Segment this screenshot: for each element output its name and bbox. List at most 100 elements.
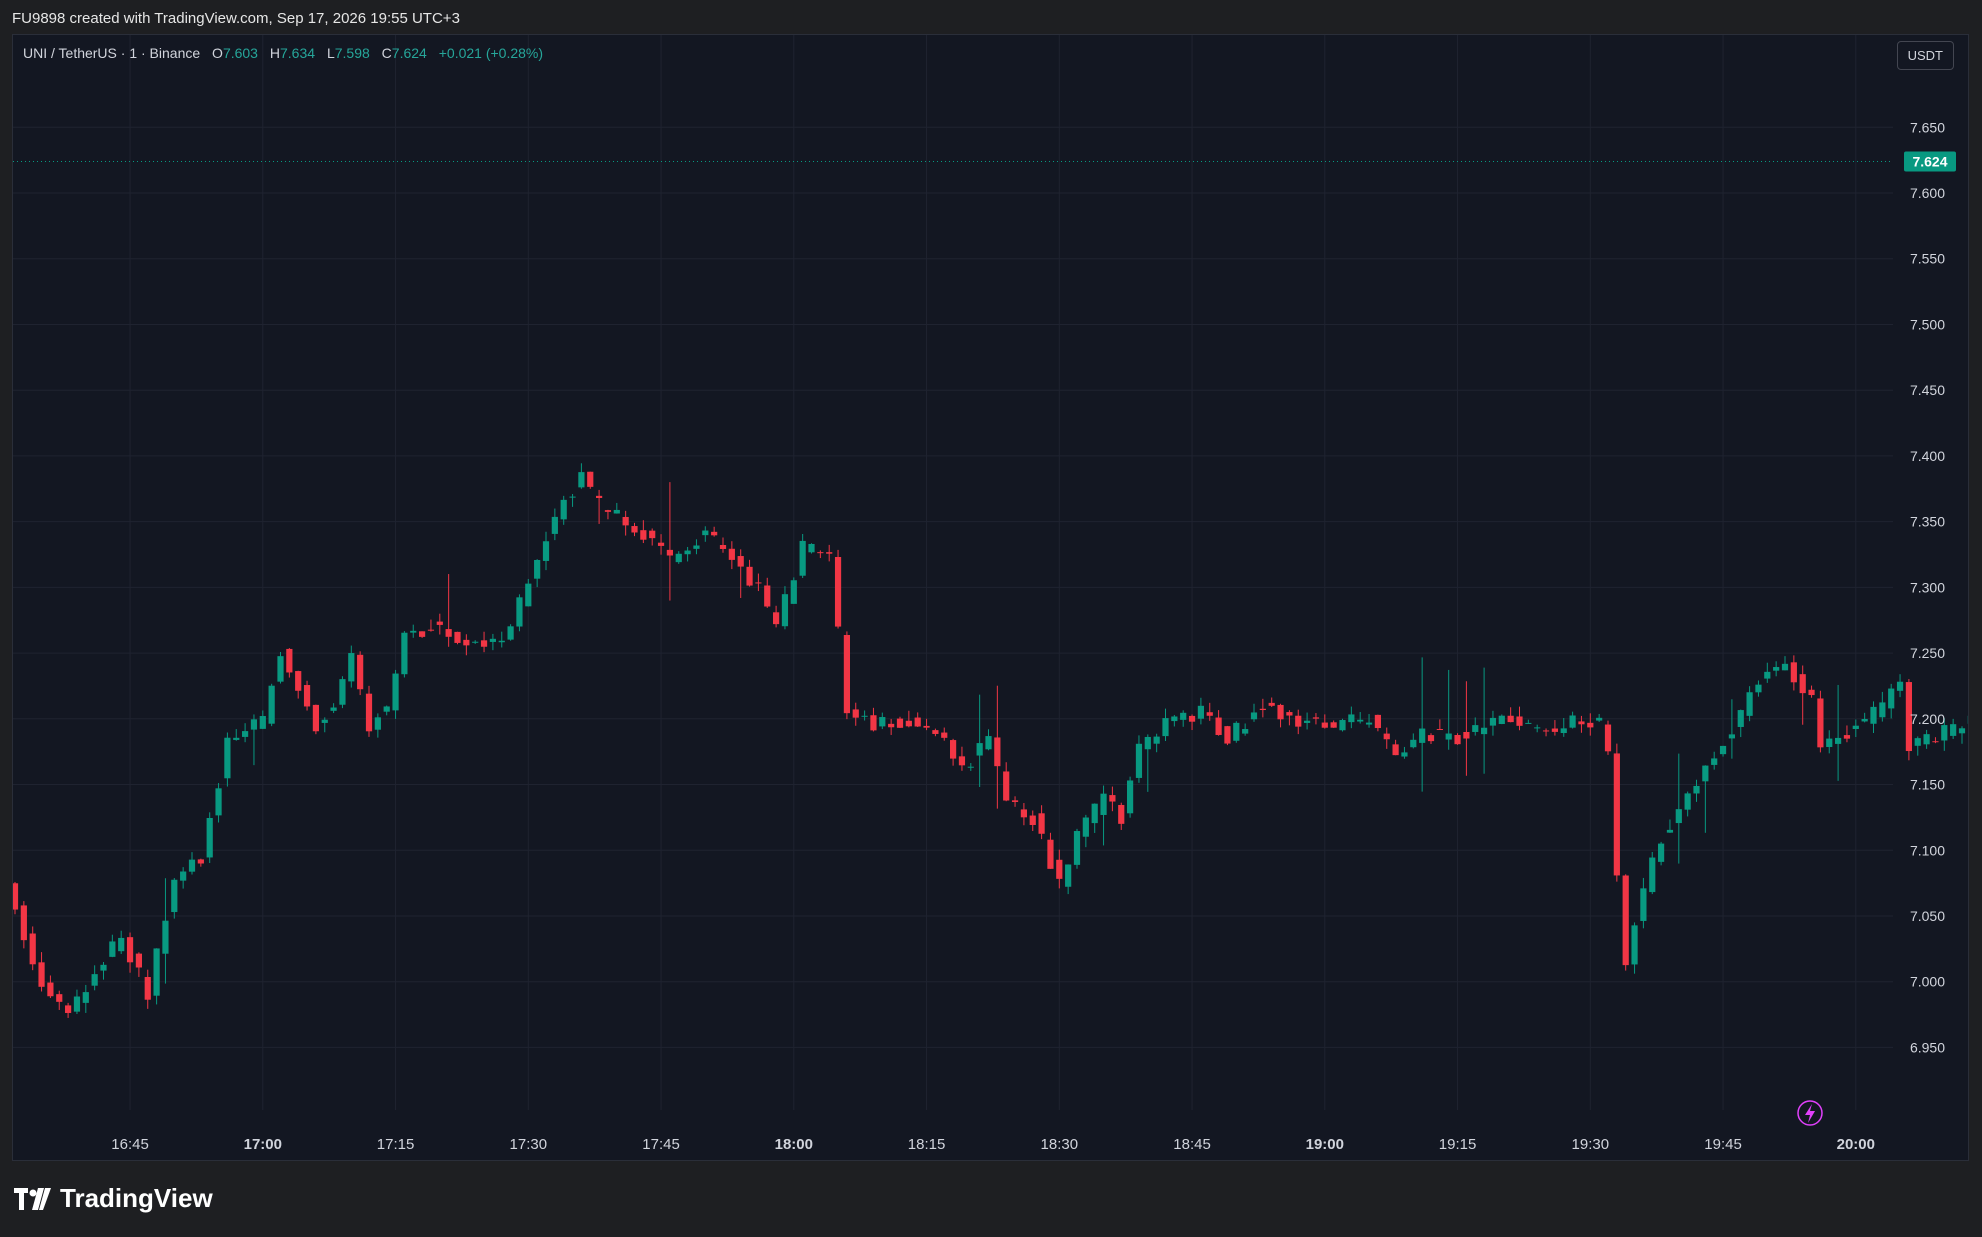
candle-body xyxy=(1374,714,1381,729)
candle-body xyxy=(516,597,523,627)
candle-body xyxy=(1684,793,1691,810)
candlestick-chart[interactable]: 7.650 7.600 7.550 7.500 7.450 7.400 7.350 7.300… xyxy=(13,35,1968,1160)
candle-body xyxy=(1250,712,1258,720)
candle-body xyxy=(1879,702,1886,718)
candle-body xyxy=(976,743,983,756)
candle-body xyxy=(923,725,930,728)
candle-body xyxy=(1666,829,1674,833)
candle-body xyxy=(817,552,824,554)
candle-body xyxy=(250,719,258,730)
open-value: 7.603 xyxy=(222,45,258,61)
candle-body xyxy=(118,937,125,952)
candle-body xyxy=(1542,730,1550,732)
candle-body xyxy=(472,641,479,643)
candle-body xyxy=(1144,736,1151,750)
candle-body xyxy=(1321,722,1328,728)
candle-body xyxy=(1242,729,1249,734)
candle-body xyxy=(1693,785,1700,794)
candle-body xyxy=(259,716,266,729)
candle-body xyxy=(1958,728,1966,734)
x-axis-tick-label: 18:15 xyxy=(908,1136,946,1153)
candle-body xyxy=(1560,728,1567,734)
candle-body xyxy=(419,631,426,637)
y-axis-tick-label: 7.250 xyxy=(1910,645,1945,661)
candle-body xyxy=(401,632,408,675)
candle-body xyxy=(1613,753,1620,876)
candle-body xyxy=(365,693,373,732)
candle-body xyxy=(153,948,160,996)
x-axis-tick-label: 18:00 xyxy=(775,1136,813,1153)
candle-body xyxy=(950,740,957,759)
x-axis-tick-label: 19:00 xyxy=(1306,1136,1344,1153)
candle-body xyxy=(1472,725,1479,732)
candle-body xyxy=(82,992,89,1003)
candle-body xyxy=(197,859,204,864)
candle-body xyxy=(91,974,98,986)
y-axis-tick-label: 7.450 xyxy=(1910,382,1945,398)
y-axis-tick-label: 7.650 xyxy=(1910,119,1945,135)
candle-body xyxy=(480,640,488,647)
high-value: 7.634 xyxy=(280,45,316,61)
candle-body xyxy=(1357,719,1364,722)
candle-body xyxy=(1675,809,1682,824)
candle-body xyxy=(1896,681,1904,691)
candle-body xyxy=(542,541,550,561)
candle-body xyxy=(1118,804,1125,824)
candle-body xyxy=(286,648,293,673)
x-axis-tick-label: 19:30 xyxy=(1572,1136,1610,1153)
candle-body xyxy=(870,715,877,731)
candle-body xyxy=(374,717,381,730)
candle-body xyxy=(206,817,213,858)
candle-body xyxy=(29,933,36,965)
candle-body xyxy=(657,542,665,546)
candle-body xyxy=(1392,744,1399,756)
x-axis-tick-label: 16:45 xyxy=(111,1136,149,1153)
x-axis-tick-label: 17:45 xyxy=(642,1136,680,1153)
candle-body xyxy=(1215,717,1222,735)
candle-body xyxy=(693,545,700,549)
candle-body xyxy=(392,673,399,711)
candle-body xyxy=(242,731,249,737)
candle-body xyxy=(215,788,222,816)
candle-body xyxy=(640,530,647,540)
candle-body xyxy=(1056,859,1063,879)
candle-body xyxy=(109,941,116,957)
candle-body xyxy=(295,671,302,691)
candle-body xyxy=(684,550,691,555)
low-value: 7.598 xyxy=(334,45,370,61)
candle-body xyxy=(941,732,948,738)
candle-body xyxy=(1224,726,1231,744)
candle-body xyxy=(1171,716,1178,722)
candle-body xyxy=(498,640,505,643)
y-axis-tick-label: 7.500 xyxy=(1910,316,1945,332)
symbol-name[interactable]: UNI / TetherUS · 1 · Binance xyxy=(23,45,200,61)
y-axis-tick-label: 7.050 xyxy=(1910,908,1945,924)
candle-body xyxy=(675,553,682,563)
tradingview-brand[interactable]: TradingView xyxy=(14,1183,213,1214)
y-axis-tick-label: 7.000 xyxy=(1910,974,1945,990)
candle-body xyxy=(312,704,319,732)
candle-body xyxy=(1587,722,1594,728)
currency-button[interactable]: USDT xyxy=(1896,41,1954,70)
candle-body xyxy=(180,871,187,881)
candle-body xyxy=(905,720,912,727)
candle-body xyxy=(773,612,780,625)
candle-body xyxy=(1330,722,1337,728)
last-price-label: 7.624 xyxy=(1912,153,1947,169)
candle-body xyxy=(1073,831,1081,865)
candle-body xyxy=(613,509,620,514)
candle-body xyxy=(702,530,709,536)
candle-body xyxy=(587,471,594,487)
candle-body xyxy=(1268,702,1275,706)
candle-body xyxy=(1454,735,1461,745)
chart-panel[interactable]: 7.650 7.600 7.550 7.500 7.450 7.400 7.350 7.300… xyxy=(12,34,1969,1161)
candle-body xyxy=(1950,724,1957,736)
candle-body xyxy=(1578,721,1585,725)
candle-body xyxy=(144,977,151,1000)
x-axis-tick-label: 20:00 xyxy=(1837,1136,1875,1153)
candle-body xyxy=(1817,698,1824,748)
candle-body xyxy=(932,730,939,734)
candle-body xyxy=(525,583,532,607)
lightning-icon[interactable] xyxy=(1797,1100,1823,1126)
candle-body xyxy=(1135,743,1143,778)
